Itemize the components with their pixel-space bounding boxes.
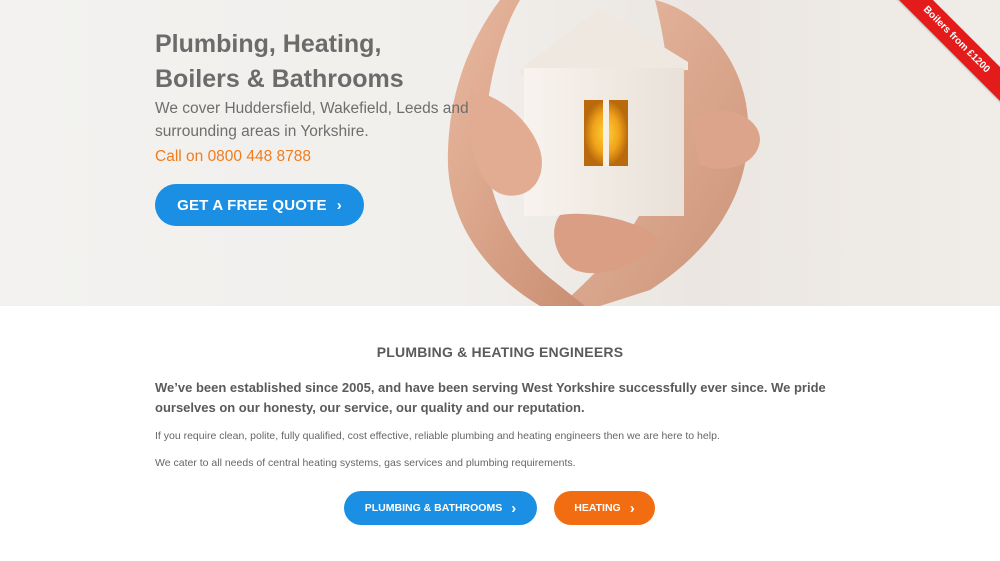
hero-title-line1: Plumbing, Heating, [155, 30, 382, 58]
call-line: Call on 0800 448 8788 [155, 148, 311, 166]
chevron-right-icon: › [629, 499, 635, 517]
paragraph-2: We cater to all needs of central heating… [155, 457, 576, 469]
heating-button[interactable]: HEATING › [554, 491, 655, 525]
plumbing-bathrooms-button[interactable]: PLUMBING & BATHROOMS › [344, 491, 537, 525]
heating-button-label: HEATING [574, 502, 621, 514]
call-prefix: Call on [155, 148, 204, 165]
section-title: PLUMBING & HEATING ENGINEERS [376, 344, 624, 360]
quote-button-label: GET A FREE QUOTE [177, 196, 327, 214]
chevron-right-icon: › [336, 196, 342, 214]
plumbing-button-label: PLUMBING & BATHROOMS [364, 502, 503, 514]
engineers-section: PLUMBING & HEATING ENGINEERS We’ve been … [0, 306, 1000, 561]
hero-banner: Plumbing, Heating, Boilers & Bathrooms W… [0, 0, 1000, 306]
intro-text: We’ve been established since 2005, and h… [155, 380, 826, 415]
paragraph-1: If you require clean, polite, fully qual… [155, 430, 720, 442]
hero-subtitle: We cover Huddersfield, Wakefield, Leeds … [155, 100, 469, 140]
hero-title-line2: Boilers & Bathrooms [155, 65, 404, 93]
chevron-right-icon: › [511, 499, 517, 517]
promo-ribbon[interactable]: Boilers from £1200 [890, 0, 1000, 110]
get-free-quote-button[interactable]: GET A FREE QUOTE › [155, 184, 364, 226]
hero-title: Plumbing, Heating, Boilers & Bathrooms [155, 27, 515, 97]
phone-link[interactable]: 0800 448 8788 [208, 148, 311, 165]
ribbon-label: Boilers from £1200 [890, 0, 1000, 106]
